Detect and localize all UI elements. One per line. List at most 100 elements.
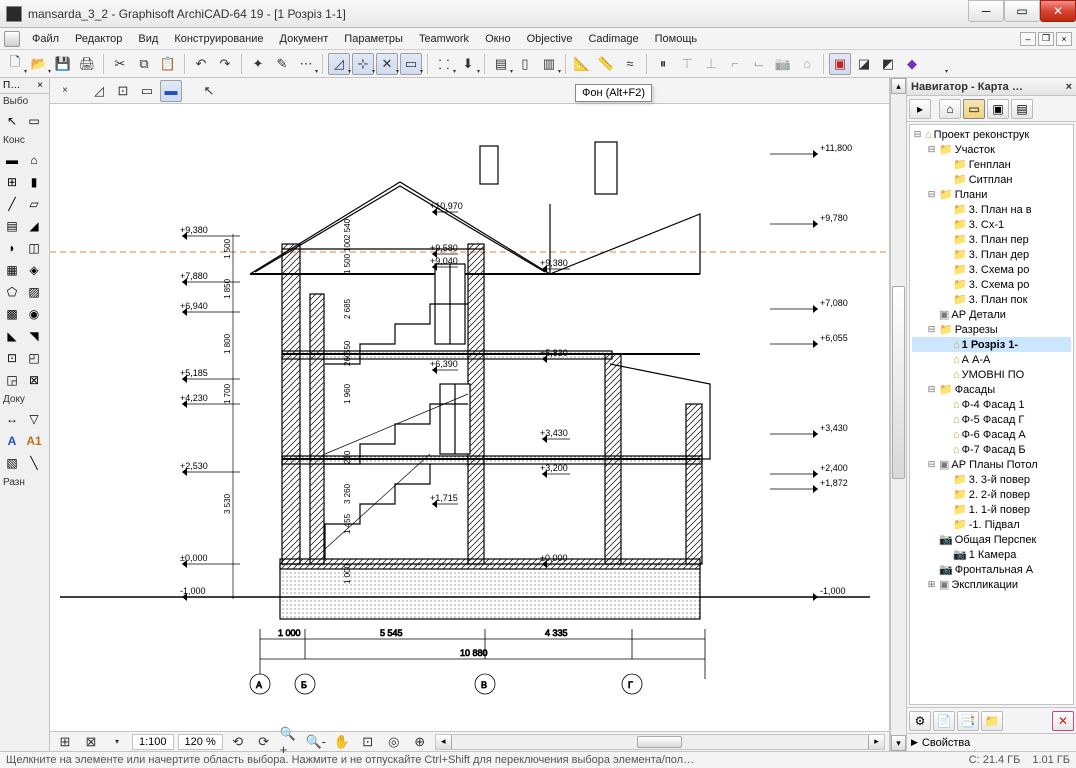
edit-button[interactable]: ✎: [271, 53, 293, 75]
sel1-button[interactable]: ▣: [829, 53, 851, 75]
trim3-button[interactable]: ⌐: [724, 53, 746, 75]
navigator-tree[interactable]: ⊟⌂Проект реконструк⊟📁Участок📁Генплан📁Сит…: [909, 124, 1074, 705]
vb3[interactable]: ▾: [106, 731, 128, 753]
shell-tool[interactable]: ◗: [2, 238, 22, 258]
h-scrollbar[interactable]: ◂▸: [435, 734, 885, 750]
zoom6[interactable]: ⊡: [357, 731, 379, 753]
sel3-button[interactable]: ◩: [877, 53, 899, 75]
open-button[interactable]: 📂▾: [28, 53, 50, 75]
tree-item[interactable]: 📁1. 1-й повер: [912, 502, 1071, 517]
archicad-menu-icon[interactable]: [4, 31, 20, 47]
menu-editor[interactable]: Редактор: [67, 30, 130, 48]
stair-tool[interactable]: ▤: [2, 216, 22, 236]
layers-button[interactable]: ▤▾: [490, 53, 512, 75]
camera-button[interactable]: 📷: [772, 53, 794, 75]
ruler-button[interactable]: 📏: [595, 53, 617, 75]
dim-tool[interactable]: ↔: [2, 409, 22, 429]
corner-tool[interactable]: ◣: [2, 326, 22, 346]
column-tool[interactable]: ▮: [24, 172, 44, 192]
zoom1[interactable]: ⟲: [227, 731, 249, 753]
tree-item[interactable]: 📁3. Схема ро: [912, 277, 1071, 292]
navtab-publisher[interactable]: ▤: [1011, 99, 1033, 119]
tree-item[interactable]: ⊟⌂Проект реконструк: [912, 127, 1071, 142]
save-button[interactable]: 💾: [52, 53, 74, 75]
navtab-viewmap[interactable]: ▭: [963, 99, 985, 119]
end-tool[interactable]: ◥: [24, 326, 44, 346]
nt-new1[interactable]: 📄: [933, 711, 955, 731]
minimize-button[interactable]: ─: [968, 0, 1004, 22]
menu-options[interactable]: Параметры: [336, 30, 411, 48]
copy-button[interactable]: ⧉: [133, 53, 155, 75]
navigator-props[interactable]: ▶ Свойства: [907, 733, 1076, 751]
tree-item[interactable]: ⊞▣Экспликации: [912, 577, 1071, 592]
geo4-button[interactable]: ▬: [160, 80, 182, 102]
arrow-tool[interactable]: ↖: [2, 111, 22, 131]
tree-item[interactable]: ⌂А А-А: [912, 352, 1071, 367]
mesh-tool[interactable]: ▩: [2, 304, 22, 324]
tree-item[interactable]: 📷1 Камера: [912, 547, 1071, 562]
suspend-button[interactable]: ⏸: [652, 53, 674, 75]
snap2-button[interactable]: ⊹▾: [352, 53, 374, 75]
navtab-popup[interactable]: ▸: [909, 99, 931, 119]
snap1-button[interactable]: ◿▾: [328, 53, 350, 75]
more1-tool[interactable]: ⊡: [2, 348, 22, 368]
menu-design[interactable]: Конструирование: [166, 30, 271, 48]
maximize-button[interactable]: ▭: [1004, 0, 1040, 22]
tree-item[interactable]: 📁Ситплан: [912, 172, 1071, 187]
close-tab-icon[interactable]: ×: [54, 80, 76, 102]
new-button[interactable]: 🗋▾: [4, 53, 26, 75]
tree-item[interactable]: 📁3. План пер: [912, 232, 1071, 247]
roof-tool[interactable]: ◢: [24, 216, 44, 236]
nt-new2[interactable]: 📑: [957, 711, 979, 731]
tree-item[interactable]: ⌂УМОВНІ ПО: [912, 367, 1071, 382]
menu-teamwork[interactable]: Teamwork: [411, 30, 477, 48]
tree-item[interactable]: ⌂1 Розріз 1-: [912, 337, 1071, 352]
marquee-tool[interactable]: ▭: [24, 111, 44, 131]
snap4-button[interactable]: ▭▾: [400, 53, 422, 75]
mdi-restore[interactable]: ❐: [1038, 32, 1054, 46]
zoom7[interactable]: ◎: [383, 731, 405, 753]
navtab-layout[interactable]: ▣: [987, 99, 1009, 119]
navtab-project[interactable]: ⌂: [939, 99, 961, 119]
zoom3[interactable]: 🔍+: [279, 731, 301, 753]
sel2-button[interactable]: ◪: [853, 53, 875, 75]
measure-button[interactable]: 📐: [571, 53, 593, 75]
menu-document[interactable]: Документ: [272, 30, 337, 48]
tree-item[interactable]: ⊟▣АР Планы Потол: [912, 457, 1071, 472]
more-button[interactable]: ⋯▾: [295, 53, 317, 75]
mdi-close[interactable]: ×: [1056, 32, 1072, 46]
print-button[interactable]: 🖨: [76, 53, 98, 75]
menu-cadimage[interactable]: Cadimage: [580, 30, 646, 48]
tree-item[interactable]: 📁2. 2-й повер: [912, 487, 1071, 502]
tree-item[interactable]: ⊟📁Участок: [912, 142, 1071, 157]
tree-item[interactable]: ⌂Ф-5 Фасад Г: [912, 412, 1071, 427]
window-tool[interactable]: ⊞: [2, 172, 22, 192]
menu-view[interactable]: Вид: [130, 30, 166, 48]
sel5-button[interactable]: ▾: [925, 53, 947, 75]
undo-button[interactable]: ↶: [190, 53, 212, 75]
cursor-button[interactable]: ↖: [198, 80, 220, 102]
skylight-tool[interactable]: ◫: [24, 238, 44, 258]
nt-new3[interactable]: 📁: [981, 711, 1003, 731]
3d-button[interactable]: ⌂: [796, 53, 818, 75]
cut-button[interactable]: ✂: [109, 53, 131, 75]
snap3-button[interactable]: ✕▾: [376, 53, 398, 75]
gravity-button[interactable]: ⬇▾: [457, 53, 479, 75]
tree-item[interactable]: ⊟📁Плани: [912, 187, 1071, 202]
tree-item[interactable]: 📁3. 3-й повер: [912, 472, 1071, 487]
tree-item[interactable]: 📁-1. Підвал: [912, 517, 1071, 532]
scale-input[interactable]: 1:100: [132, 734, 174, 750]
geo2-button[interactable]: ⊡: [112, 80, 134, 102]
tree-item[interactable]: ⌂Ф-6 Фасад А: [912, 427, 1071, 442]
menu-window[interactable]: Окно: [477, 30, 519, 48]
mdi-minimize[interactable]: –: [1020, 32, 1036, 46]
fill-tool[interactable]: ▧: [2, 453, 22, 473]
trim2-button[interactable]: ⊥: [700, 53, 722, 75]
morph-tool[interactable]: ◈: [24, 260, 44, 280]
tree-item[interactable]: ⌂Ф-7 Фасад Б: [912, 442, 1071, 457]
zoom8[interactable]: ⊕: [409, 731, 431, 753]
vb1[interactable]: ⊞: [54, 731, 76, 753]
menu-objective[interactable]: Objective: [519, 30, 581, 48]
paste-button[interactable]: 📋: [157, 53, 179, 75]
tree-item[interactable]: 📁3. План на в: [912, 202, 1071, 217]
